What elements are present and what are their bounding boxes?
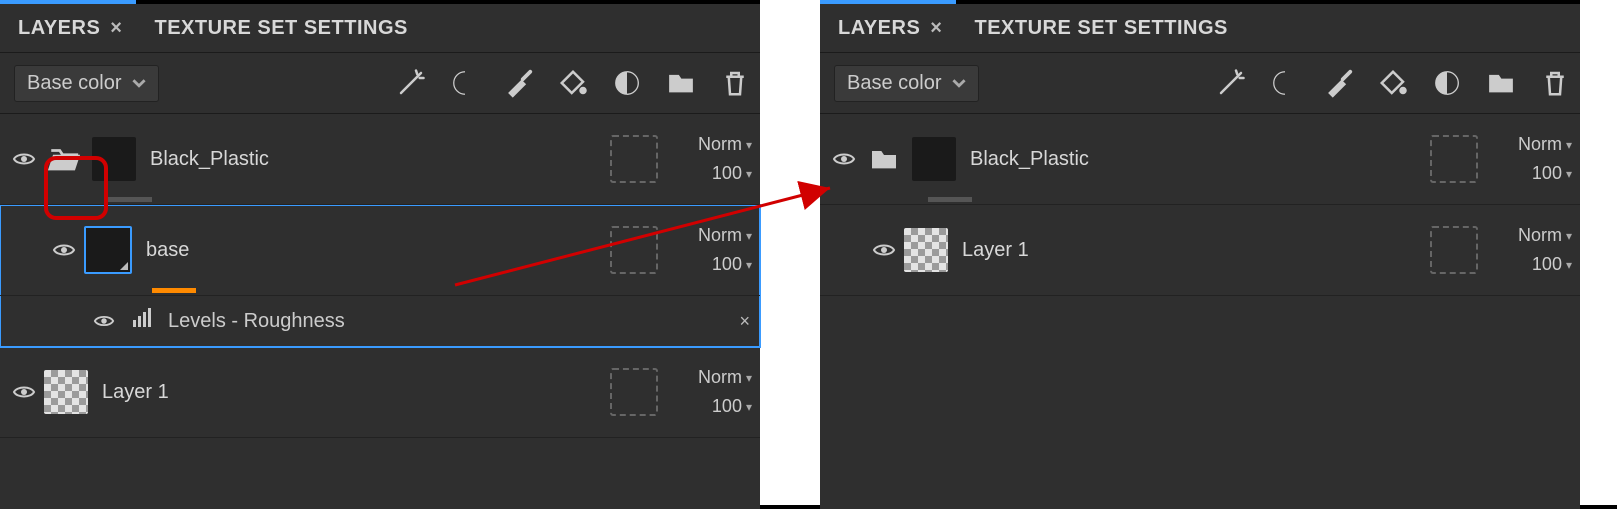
tab-label: TEXTURE SET SETTINGS: [154, 17, 407, 40]
brush-icon[interactable]: [1324, 68, 1354, 98]
folder-thumbnail: [92, 137, 136, 181]
layer-name[interactable]: Black_Plastic: [150, 148, 610, 171]
brush-icon[interactable]: [504, 68, 534, 98]
mask-slot[interactable]: [1430, 135, 1478, 183]
toolbar-actions: [396, 68, 750, 98]
smart-material-icon[interactable]: [1432, 68, 1462, 98]
layer-thumbnail: [84, 226, 132, 274]
mask-icon[interactable]: [1270, 68, 1300, 98]
channel-label: Base color: [847, 72, 942, 95]
layer-layer1[interactable]: Layer 1 Norm▾ 100▾: [0, 347, 760, 438]
eye-icon: [12, 380, 36, 404]
eye-icon: [12, 147, 36, 171]
mask-icon[interactable]: [450, 68, 480, 98]
channel-indicator: [108, 197, 152, 202]
smart-material-icon[interactable]: [612, 68, 642, 98]
layer-toolbar: Base color: [820, 53, 1580, 114]
visibility-toggle[interactable]: [830, 147, 858, 171]
layers-panel-left: LAYERS × TEXTURE SET SETTINGS Base color: [0, 0, 760, 509]
blend-mode-dropdown[interactable]: Norm▾: [698, 367, 752, 388]
layers-panel-right: LAYERS × TEXTURE SET SETTINGS Base color: [820, 0, 1580, 509]
layer-folder-black-plastic[interactable]: Black_Plastic Norm▾ 100▾: [0, 114, 760, 205]
close-icon[interactable]: ×: [930, 17, 942, 40]
blend-mode-dropdown[interactable]: Norm▾: [698, 225, 752, 246]
effect-levels-roughness[interactable]: Levels - Roughness ×: [0, 296, 760, 347]
visibility-toggle[interactable]: [50, 238, 78, 262]
layer-thumbnail: [44, 370, 88, 414]
layer-name[interactable]: base: [146, 239, 610, 262]
tab-layers[interactable]: LAYERS ×: [0, 4, 136, 52]
remove-effect-icon[interactable]: ×: [739, 311, 750, 332]
layer-toolbar: Base color: [0, 53, 760, 114]
opacity-dropdown[interactable]: 100▾: [1532, 163, 1572, 184]
eye-icon: [872, 238, 896, 262]
blend-mode-dropdown[interactable]: Norm▾: [1518, 225, 1572, 246]
channel-label: Base color: [27, 72, 122, 95]
new-folder-icon[interactable]: [666, 68, 696, 98]
mask-slot[interactable]: [1430, 226, 1478, 274]
tab-layers[interactable]: LAYERS ×: [820, 4, 956, 52]
tab-label: LAYERS: [838, 17, 920, 40]
toolbar-actions: [1216, 68, 1570, 98]
layer-name[interactable]: Black_Plastic: [970, 148, 1430, 171]
blend-mode-dropdown[interactable]: Norm▾: [698, 134, 752, 155]
tab-bar: LAYERS × TEXTURE SET SETTINGS: [820, 4, 1580, 53]
layer-folder-black-plastic[interactable]: Black_Plastic Norm▾ 100▾: [820, 114, 1580, 205]
effects-icon[interactable]: [396, 68, 426, 98]
levels-icon: [130, 306, 154, 336]
opacity-dropdown[interactable]: 100▾: [712, 254, 752, 275]
tab-texture-set-settings[interactable]: TEXTURE SET SETTINGS: [136, 4, 421, 52]
eye-icon: [832, 147, 856, 171]
visibility-toggle[interactable]: [10, 147, 38, 171]
folder-thumbnail: [912, 137, 956, 181]
opacity-dropdown[interactable]: 100▾: [712, 396, 752, 417]
chevron-down-icon: [132, 76, 146, 90]
trash-icon[interactable]: [1540, 68, 1570, 98]
tab-texture-set-settings[interactable]: TEXTURE SET SETTINGS: [956, 4, 1241, 52]
layer-thumbnail: [904, 228, 948, 272]
selected-layer-group: base Norm▾ 100▾ Levels - Roughness ×: [0, 205, 760, 347]
trash-icon[interactable]: [720, 68, 750, 98]
close-icon[interactable]: ×: [110, 17, 122, 40]
fill-indicator-icon: [120, 262, 128, 270]
layer-name[interactable]: Layer 1: [102, 381, 610, 404]
channel-indicator: [152, 288, 196, 293]
mask-slot[interactable]: [610, 226, 658, 274]
channel-dropdown[interactable]: Base color: [834, 65, 979, 102]
eye-icon: [52, 238, 76, 262]
layer-list: Black_Plastic Norm▾ 100▾: [0, 114, 760, 438]
blend-mode-dropdown[interactable]: Norm▾: [1518, 134, 1572, 155]
tab-label: TEXTURE SET SETTINGS: [974, 17, 1227, 40]
mask-slot[interactable]: [610, 135, 658, 183]
visibility-toggle[interactable]: [90, 310, 118, 332]
effects-icon[interactable]: [1216, 68, 1246, 98]
tab-bar: LAYERS × TEXTURE SET SETTINGS: [0, 4, 760, 53]
opacity-dropdown[interactable]: 100▾: [712, 163, 752, 184]
mask-slot[interactable]: [610, 368, 658, 416]
folder-closed-icon: [862, 137, 906, 181]
chevron-down-icon: [952, 76, 966, 90]
visibility-toggle[interactable]: [10, 380, 38, 404]
tab-label: LAYERS: [18, 17, 100, 40]
eye-icon: [93, 310, 115, 332]
layer-layer1[interactable]: Layer 1 Norm▾ 100▾: [820, 205, 1580, 296]
effect-name: Levels - Roughness: [168, 310, 345, 333]
new-folder-icon[interactable]: [1486, 68, 1516, 98]
channel-indicator: [928, 197, 972, 202]
bucket-icon[interactable]: [1378, 68, 1408, 98]
layer-name[interactable]: Layer 1: [962, 239, 1430, 262]
channel-dropdown[interactable]: Base color: [14, 65, 159, 102]
layer-base[interactable]: base Norm▾ 100▾: [0, 205, 760, 296]
folder-open-icon: [42, 137, 86, 181]
bucket-icon[interactable]: [558, 68, 588, 98]
visibility-toggle[interactable]: [870, 238, 898, 262]
layer-list: Black_Plastic Norm▾ 100▾ Layer 1: [820, 114, 1580, 296]
opacity-dropdown[interactable]: 100▾: [1532, 254, 1572, 275]
